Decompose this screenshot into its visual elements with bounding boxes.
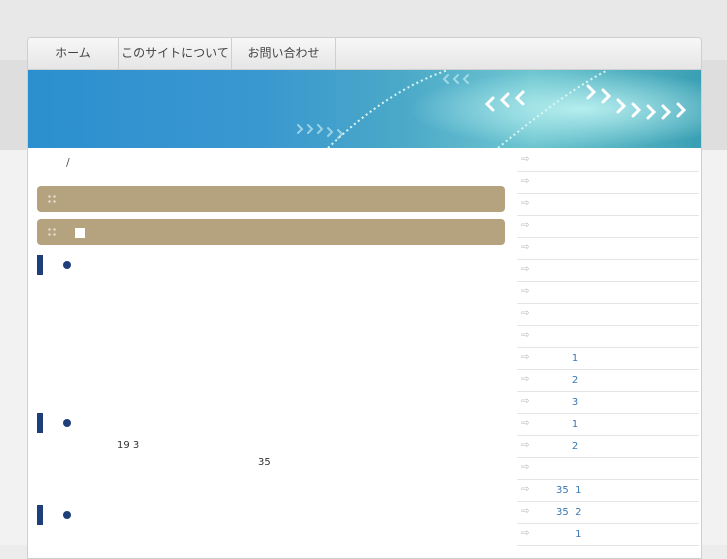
arrow-right-icon: ⇨	[521, 484, 530, 495]
heading-accent-bar	[37, 413, 43, 433]
post-heading	[37, 255, 97, 275]
breadcrumb: /	[66, 156, 70, 169]
header-banner	[28, 70, 701, 148]
bullet-icon	[63, 419, 71, 427]
sidebar-item[interactable]: ⇨ 1	[517, 414, 699, 436]
arrow-right-icon: ⇨	[521, 220, 530, 231]
sidebar-item[interactable]: ⇨ 35 1	[517, 480, 699, 502]
sidebar-item[interactable]: ⇨ 35 2	[517, 502, 699, 524]
grip-dots-icon	[47, 194, 57, 204]
arrow-right-icon: ⇨	[521, 506, 530, 517]
arrow-right-icon: ⇨	[521, 242, 530, 253]
sidebar-item[interactable]: ⇨	[517, 304, 699, 326]
sidebar-item[interactable]: ⇨	[517, 238, 699, 260]
arrow-right-icon: ⇨	[521, 308, 530, 319]
sidebar-item-label: 1	[556, 419, 579, 430]
sidebar-item[interactable]: ⇨	[517, 216, 699, 238]
sidebar-item-label: 2	[556, 375, 579, 386]
section-bar-2	[37, 219, 505, 245]
sidebar-item[interactable]: ⇨ 3	[517, 392, 699, 414]
arrow-right-icon: ⇨	[521, 198, 530, 209]
arrow-right-icon: ⇨	[521, 352, 530, 363]
sidebar-item[interactable]: ⇨	[517, 172, 699, 194]
page-wrapper: ホーム このサイトについて お問い合わせ / 19 3 35 ⇨ ⇨ ⇨ ⇨ ⇨…	[27, 37, 702, 559]
main-content: / 19 3 35	[28, 150, 513, 558]
sidebar-item[interactable]: ⇨	[517, 458, 699, 480]
arrow-right-icon: ⇨	[521, 286, 530, 297]
bullet-icon	[63, 261, 71, 269]
arrow-right-icon: ⇨	[521, 396, 530, 407]
arrow-right-icon: ⇨	[521, 264, 530, 275]
post-text-line-2: 35	[258, 457, 271, 468]
sidebar-item-label: 35 2	[556, 507, 582, 518]
bullet-icon	[63, 511, 71, 519]
nav-contact[interactable]: お問い合わせ	[232, 38, 336, 69]
sidebar-item-label: 35 1	[556, 485, 582, 496]
square-icon	[75, 228, 85, 238]
post-text-line-1: 19 3	[117, 440, 140, 451]
arrow-right-icon: ⇨	[521, 462, 530, 473]
sidebar-item[interactable]: ⇨	[517, 150, 699, 172]
sidebar-item[interactable]: ⇨	[517, 260, 699, 282]
sidebar-item[interactable]: ⇨ 1	[517, 348, 699, 370]
arrow-right-icon: ⇨	[521, 440, 530, 451]
sidebar-item[interactable]: ⇨	[517, 194, 699, 216]
arrow-right-icon: ⇨	[521, 330, 530, 341]
sidebar: ⇨ ⇨ ⇨ ⇨ ⇨ ⇨ ⇨ ⇨ ⇨ ⇨ 1 ⇨ 2 ⇨ 3 ⇨ 1 ⇨ 2 ⇨ …	[517, 150, 701, 558]
post-heading-2	[37, 413, 97, 433]
sidebar-item[interactable]: ⇨ 1	[517, 524, 699, 546]
arrow-right-icon: ⇨	[521, 176, 530, 187]
section-bar	[37, 186, 505, 212]
nav-home[interactable]: ホーム	[28, 38, 119, 69]
sidebar-item-label: 1	[556, 529, 582, 540]
sidebar-item[interactable]: ⇨	[517, 282, 699, 304]
grip-dots-icon	[47, 227, 57, 237]
main-nav: ホーム このサイトについて お問い合わせ	[28, 38, 701, 70]
heading-accent-bar	[37, 505, 43, 525]
arrow-right-icon: ⇨	[521, 418, 530, 429]
sidebar-item-label: 3	[556, 397, 579, 408]
heading-accent-bar	[37, 255, 43, 275]
sidebar-item[interactable]: ⇨ 2	[517, 436, 699, 458]
sidebar-item-label: 1	[556, 353, 579, 364]
arrow-right-icon: ⇨	[521, 154, 530, 165]
post-heading-3	[37, 505, 97, 525]
nav-about[interactable]: このサイトについて	[119, 38, 232, 69]
arrow-right-icon: ⇨	[521, 374, 530, 385]
arrow-right-icon: ⇨	[521, 528, 530, 539]
sidebar-item[interactable]: ⇨ 2	[517, 370, 699, 392]
banner-graphic	[297, 70, 701, 148]
sidebar-item-label: 2	[556, 441, 579, 452]
sidebar-item[interactable]: ⇨	[517, 326, 699, 348]
